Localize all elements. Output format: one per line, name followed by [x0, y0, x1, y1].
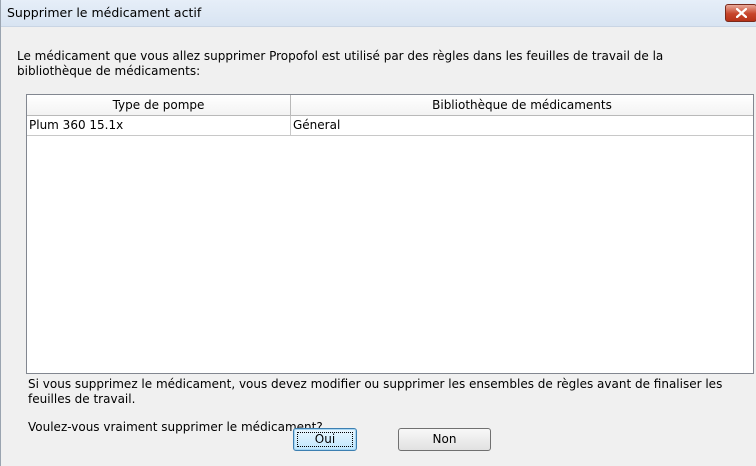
- cell-pump-type: Plum 360 15.1x: [27, 116, 291, 135]
- no-button[interactable]: Non: [398, 428, 491, 451]
- close-button[interactable]: [725, 4, 756, 22]
- dialog-content: Le médicament que vous allez supprimer P…: [1, 27, 756, 466]
- yes-button[interactable]: Oui: [293, 428, 357, 451]
- warning-text: Si vous supprimez le médicament, vous de…: [28, 377, 723, 406]
- cell-drug-library: Géneral: [293, 118, 341, 132]
- close-x-icon: [736, 8, 747, 18]
- confirm-question: Voulez-vous vraiment supprimer le médica…: [28, 420, 323, 434]
- no-button-label: Non: [432, 432, 457, 446]
- column-header-drug-library[interactable]: Bibliothèque de médicaments: [291, 95, 753, 115]
- message-text: Le médicament que vous allez supprimer P…: [17, 49, 664, 78]
- table-row[interactable]: Plum 360 15.1x Géneral: [27, 116, 753, 136]
- title-bar[interactable]: Supprimer le médicament actif: [1, 0, 756, 27]
- window-title: Supprimer le médicament actif: [7, 5, 202, 20]
- table-header: Type de pompe Bibliothèque de médicament…: [27, 95, 753, 116]
- rules-table[interactable]: Type de pompe Bibliothèque de médicament…: [26, 94, 754, 374]
- column-header-pump-type[interactable]: Type de pompe: [27, 95, 291, 115]
- yes-button-label: Oui: [314, 432, 336, 446]
- dialog-window: Supprimer le médicament actif Le médicam…: [0, 0, 756, 466]
